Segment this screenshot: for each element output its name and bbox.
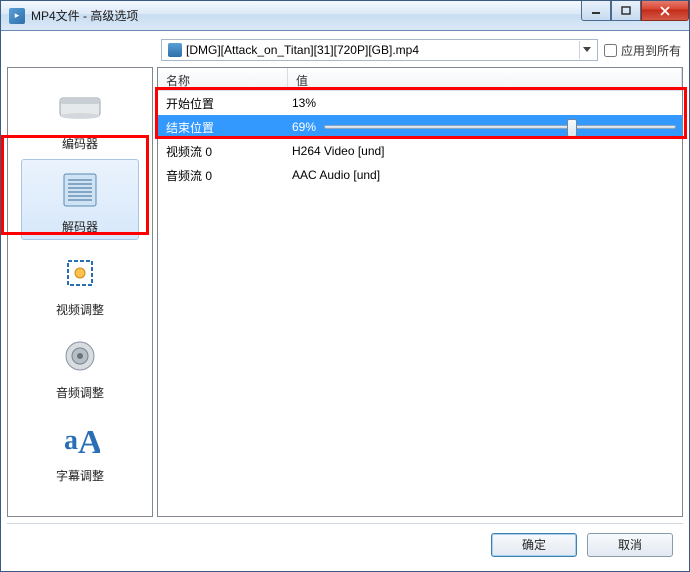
close-icon (659, 6, 671, 16)
close-button[interactable] (641, 1, 689, 21)
sidebar-item-decoder[interactable]: 解码器 (21, 159, 139, 240)
minimize-icon (591, 6, 601, 16)
decoder-icon (56, 166, 104, 214)
table-header: 名称 值 (158, 68, 682, 91)
titlebar[interactable]: MP4文件 - 高级选项 (1, 1, 689, 31)
encoder-icon (56, 83, 104, 131)
body-row: 编码器 解码器 视频调整 (7, 67, 683, 517)
sidebar-item-label: 视频调整 (56, 301, 104, 318)
app-icon (9, 8, 25, 24)
cancel-button[interactable]: 取消 (587, 533, 673, 557)
table-row[interactable]: 视频流 0 H264 Video [und] (158, 139, 682, 163)
window-buttons (581, 1, 689, 21)
window: MP4文件 - 高级选项 [DMG][Attack_on_Titan][31][… (0, 0, 690, 572)
table-row[interactable]: 开始位置 13% (158, 91, 682, 115)
cell-name: 视频流 0 (158, 143, 288, 160)
file-name: [DMG][Attack_on_Titan][31][720P][GB].mp4 (186, 43, 579, 57)
cell-value: 13% (288, 96, 682, 110)
cell-value: 69% (288, 120, 682, 134)
cell-value: H264 Video [und] (288, 144, 682, 158)
file-selector[interactable]: [DMG][Attack_on_Titan][31][720P][GB].mp4 (161, 39, 598, 61)
end-position-slider[interactable] (324, 125, 676, 129)
ok-button[interactable]: 确定 (491, 533, 577, 557)
chevron-down-icon (583, 47, 591, 53)
cell-name: 结束位置 (158, 119, 288, 136)
cell-name: 音频流 0 (158, 167, 288, 184)
footer: 确定 取消 (7, 523, 683, 565)
cell-name: 开始位置 (158, 95, 288, 112)
dropdown-button[interactable] (579, 41, 595, 59)
svg-text:a: a (64, 425, 78, 456)
table-row[interactable]: 结束位置 69% (158, 115, 682, 139)
slider-thumb[interactable] (567, 119, 577, 137)
table-row[interactable]: 音频流 0 AAC Audio [und] (158, 163, 682, 187)
sidebar: 编码器 解码器 视频调整 (7, 67, 153, 517)
sidebar-item-label: 字幕调整 (56, 467, 104, 484)
sidebar-item-label: 音频调整 (56, 384, 104, 401)
sidebar-item-encoder[interactable]: 编码器 (21, 76, 139, 157)
apply-all-label: 应用到所有 (621, 42, 681, 59)
sidebar-item-subtitle-adjust[interactable]: aA 字幕调整 (21, 408, 139, 489)
window-title: MP4文件 - 高级选项 (31, 7, 138, 24)
file-icon (168, 43, 182, 57)
sidebar-item-video-adjust[interactable]: 视频调整 (21, 242, 139, 323)
header-value[interactable]: 值 (288, 68, 682, 90)
svg-text:A: A (78, 424, 100, 459)
top-row: [DMG][Attack_on_Titan][31][720P][GB].mp4… (7, 37, 683, 67)
client-area: [DMG][Attack_on_Titan][31][720P][GB].mp4… (1, 31, 689, 571)
sidebar-item-label: 解码器 (62, 218, 98, 235)
subtitle-adjust-icon: aA (56, 415, 104, 463)
sidebar-item-label: 编码器 (62, 135, 98, 152)
audio-adjust-icon (56, 332, 104, 380)
sidebar-item-audio-adjust[interactable]: 音频调整 (21, 325, 139, 406)
header-name[interactable]: 名称 (158, 68, 288, 90)
cell-value: AAC Audio [und] (288, 168, 682, 182)
minimize-button[interactable] (581, 1, 611, 21)
property-table: 名称 值 开始位置 13% 结束位置 69% (157, 67, 683, 517)
maximize-icon (621, 6, 631, 16)
apply-all-checkbox[interactable]: 应用到所有 (604, 42, 681, 59)
video-adjust-icon (56, 249, 104, 297)
table-body: 开始位置 13% 结束位置 69% 视频流 0 (158, 91, 682, 516)
apply-all-check-input[interactable] (604, 44, 617, 57)
maximize-button[interactable] (611, 1, 641, 21)
